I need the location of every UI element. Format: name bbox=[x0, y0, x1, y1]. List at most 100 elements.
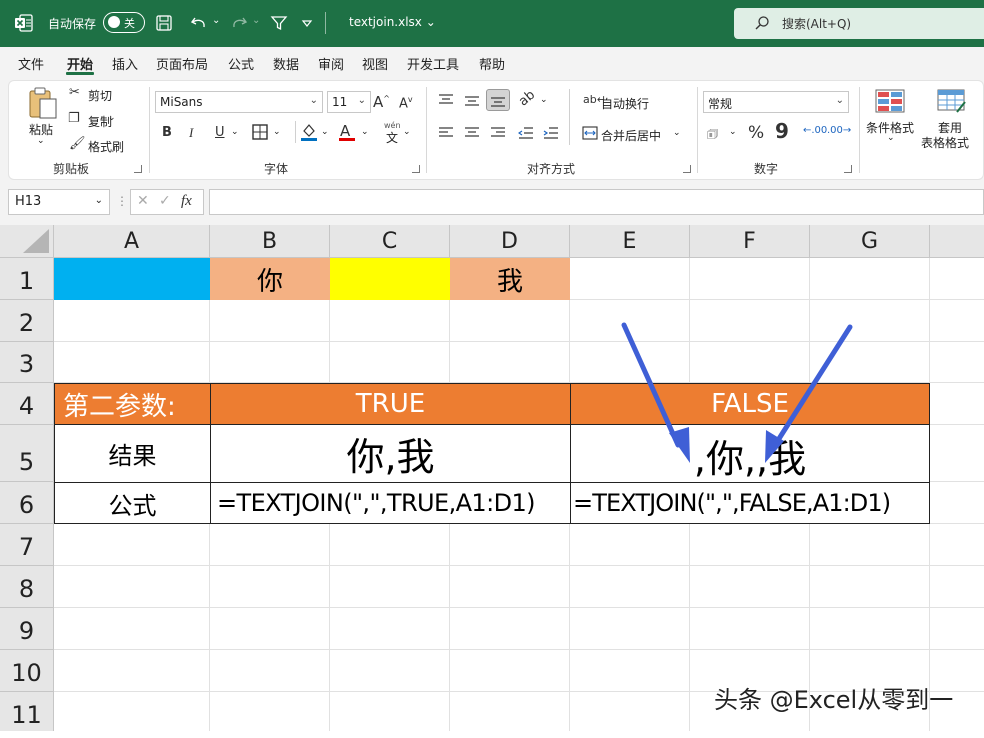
filter-icon[interactable] bbox=[270, 14, 288, 32]
cell-e6-merged[interactable]: =TEXTJOIN(",",FALSE,A1:D1) bbox=[570, 482, 930, 524]
borders-dropdown-icon[interactable]: ⌄ bbox=[273, 127, 281, 137]
underline-button[interactable]: U bbox=[215, 125, 225, 140]
cell-a6[interactable]: 公式 bbox=[54, 482, 211, 524]
column-header-g[interactable]: G bbox=[810, 225, 930, 258]
column-header-h[interactable] bbox=[930, 225, 984, 258]
format-painter-icon[interactable]: 🖌 bbox=[69, 136, 86, 151]
number-format-dropdown[interactable]: 常规 ⌄ bbox=[703, 91, 849, 113]
align-right-icon[interactable] bbox=[490, 126, 506, 140]
merge-dropdown-icon[interactable]: ⌄ bbox=[673, 128, 681, 138]
comma-style-icon[interactable]: 9 bbox=[775, 119, 789, 143]
copy-dropdown-icon[interactable]: ⌄ bbox=[108, 113, 116, 123]
format-as-table-label-2[interactable]: 表格格式 bbox=[921, 134, 969, 151]
italic-button[interactable]: I bbox=[189, 125, 193, 141]
menu-data[interactable]: 数据 bbox=[273, 54, 299, 73]
column-header-f[interactable]: F bbox=[690, 225, 810, 258]
column-header-a[interactable]: A bbox=[54, 225, 210, 258]
conditional-dropdown-icon[interactable]: ⌄ bbox=[887, 133, 895, 143]
formula-input[interactable] bbox=[209, 189, 984, 215]
column-header-e[interactable]: E bbox=[570, 225, 690, 258]
merge-center-icon[interactable] bbox=[582, 126, 598, 140]
align-center-icon[interactable] bbox=[464, 126, 480, 140]
menu-page-layout[interactable]: 页面布局 bbox=[156, 54, 208, 73]
increase-font-size-icon[interactable]: A^ bbox=[373, 93, 390, 111]
paste-icon[interactable] bbox=[27, 86, 59, 120]
select-all-corner[interactable] bbox=[0, 225, 54, 258]
orientation-icon[interactable]: ab bbox=[516, 88, 538, 110]
font-name-dropdown[interactable]: MiSans ⌄ bbox=[155, 91, 323, 113]
decrease-indent-icon[interactable] bbox=[518, 126, 534, 140]
name-box[interactable]: H13 ⌄ bbox=[8, 189, 110, 215]
middle-align-icon[interactable] bbox=[464, 94, 480, 108]
percent-style-icon[interactable]: % bbox=[748, 123, 764, 143]
cell-d1[interactable]: 我 bbox=[450, 258, 570, 300]
row-header-3[interactable]: 3 bbox=[0, 342, 54, 383]
alignment-launcher-icon[interactable] bbox=[683, 165, 691, 173]
cell-a1[interactable] bbox=[54, 258, 210, 300]
menu-review[interactable]: 审阅 bbox=[318, 54, 344, 73]
row-header-7[interactable]: 7 bbox=[0, 524, 54, 566]
merge-center-label[interactable]: 合并后居中 bbox=[601, 127, 661, 144]
accounting-format-icon[interactable]: 🗊 bbox=[707, 125, 718, 146]
font-color-dropdown-icon[interactable]: ⌄ bbox=[361, 127, 369, 137]
customize-toolbar-icon[interactable] bbox=[298, 14, 316, 32]
row-header-2[interactable]: 2 bbox=[0, 300, 54, 342]
undo-dropdown-icon[interactable]: ⌄ bbox=[212, 15, 220, 26]
row-header-5[interactable]: 5 bbox=[0, 425, 54, 482]
cell-b4-merged[interactable]: TRUE bbox=[210, 383, 571, 425]
menu-help[interactable]: 帮助 bbox=[479, 54, 505, 73]
fill-color-icon[interactable] bbox=[300, 122, 318, 142]
bottom-align-button[interactable] bbox=[486, 89, 510, 111]
save-icon[interactable] bbox=[155, 14, 173, 32]
cell-a5[interactable]: 结果 bbox=[54, 424, 211, 483]
row-header-6[interactable]: 6 bbox=[0, 482, 54, 524]
menu-home[interactable]: 开始 bbox=[67, 54, 93, 73]
copy-icon[interactable]: ❐ bbox=[68, 111, 80, 126]
cell-b1[interactable]: 你 bbox=[210, 258, 330, 300]
row-header-10[interactable]: 10 bbox=[0, 650, 54, 692]
search-box[interactable]: 搜索(Alt+Q) bbox=[734, 8, 984, 39]
align-left-icon[interactable] bbox=[438, 126, 454, 140]
cell-c1[interactable] bbox=[330, 258, 450, 300]
menu-file[interactable]: 文件 bbox=[18, 54, 44, 73]
cell-b6-merged[interactable]: =TEXTJOIN(",",TRUE,A1:D1) bbox=[210, 482, 571, 524]
menu-insert[interactable]: 插入 bbox=[112, 54, 138, 73]
cut-label[interactable]: 剪切 bbox=[88, 87, 112, 104]
format-painter-label[interactable]: 格式刷 bbox=[88, 138, 124, 155]
orientation-dropdown-icon[interactable]: ⌄ bbox=[540, 95, 548, 105]
menu-developer[interactable]: 开发工具 bbox=[407, 54, 459, 73]
font-launcher-icon[interactable] bbox=[412, 165, 420, 173]
redo-dropdown-icon[interactable]: ⌄ bbox=[252, 15, 260, 26]
font-size-dropdown[interactable]: 11 ⌄ bbox=[327, 91, 371, 113]
phonetic-dropdown-icon[interactable]: ⌄ bbox=[403, 127, 411, 137]
format-as-table-icon[interactable] bbox=[937, 89, 967, 113]
menu-view[interactable]: 视图 bbox=[362, 54, 388, 73]
number-launcher-icon[interactable] bbox=[844, 165, 852, 173]
cell-b5-merged[interactable]: 你,我 bbox=[210, 424, 571, 483]
row-header-1[interactable]: 1 bbox=[0, 258, 54, 300]
row-header-4[interactable]: 4 bbox=[0, 383, 54, 425]
cell-a4[interactable]: 第二参数: bbox=[54, 383, 211, 425]
enter-icon[interactable]: ✓ bbox=[159, 193, 171, 209]
row-header-11[interactable]: 11 bbox=[0, 692, 54, 731]
insert-function-icon[interactable]: fx bbox=[181, 193, 192, 210]
column-header-d[interactable]: D bbox=[450, 225, 570, 258]
bold-button[interactable]: B bbox=[162, 125, 172, 140]
cut-icon[interactable]: ✂ bbox=[69, 85, 80, 100]
top-align-icon[interactable] bbox=[438, 93, 454, 107]
column-header-b[interactable]: B bbox=[210, 225, 330, 258]
menu-formulas[interactable]: 公式 bbox=[228, 54, 254, 73]
redo-icon[interactable] bbox=[230, 14, 248, 32]
column-header-c[interactable]: C bbox=[330, 225, 450, 258]
borders-icon[interactable] bbox=[252, 124, 268, 140]
increase-decimal-icon[interactable]: ←.00 bbox=[803, 125, 827, 136]
decrease-decimal-icon[interactable]: .00→ bbox=[827, 125, 851, 136]
paste-dropdown-icon[interactable]: ⌄ bbox=[37, 136, 45, 146]
file-name[interactable]: textjoin.xlsx ⌄ bbox=[349, 15, 436, 29]
undo-icon[interactable] bbox=[190, 14, 208, 32]
underline-dropdown-icon[interactable]: ⌄ bbox=[231, 127, 239, 137]
more-options-icon[interactable]: ⋮ bbox=[116, 194, 128, 208]
clipboard-launcher-icon[interactable] bbox=[134, 165, 142, 173]
increase-indent-icon[interactable] bbox=[543, 126, 559, 140]
cancel-icon[interactable]: ✕ bbox=[137, 193, 149, 209]
